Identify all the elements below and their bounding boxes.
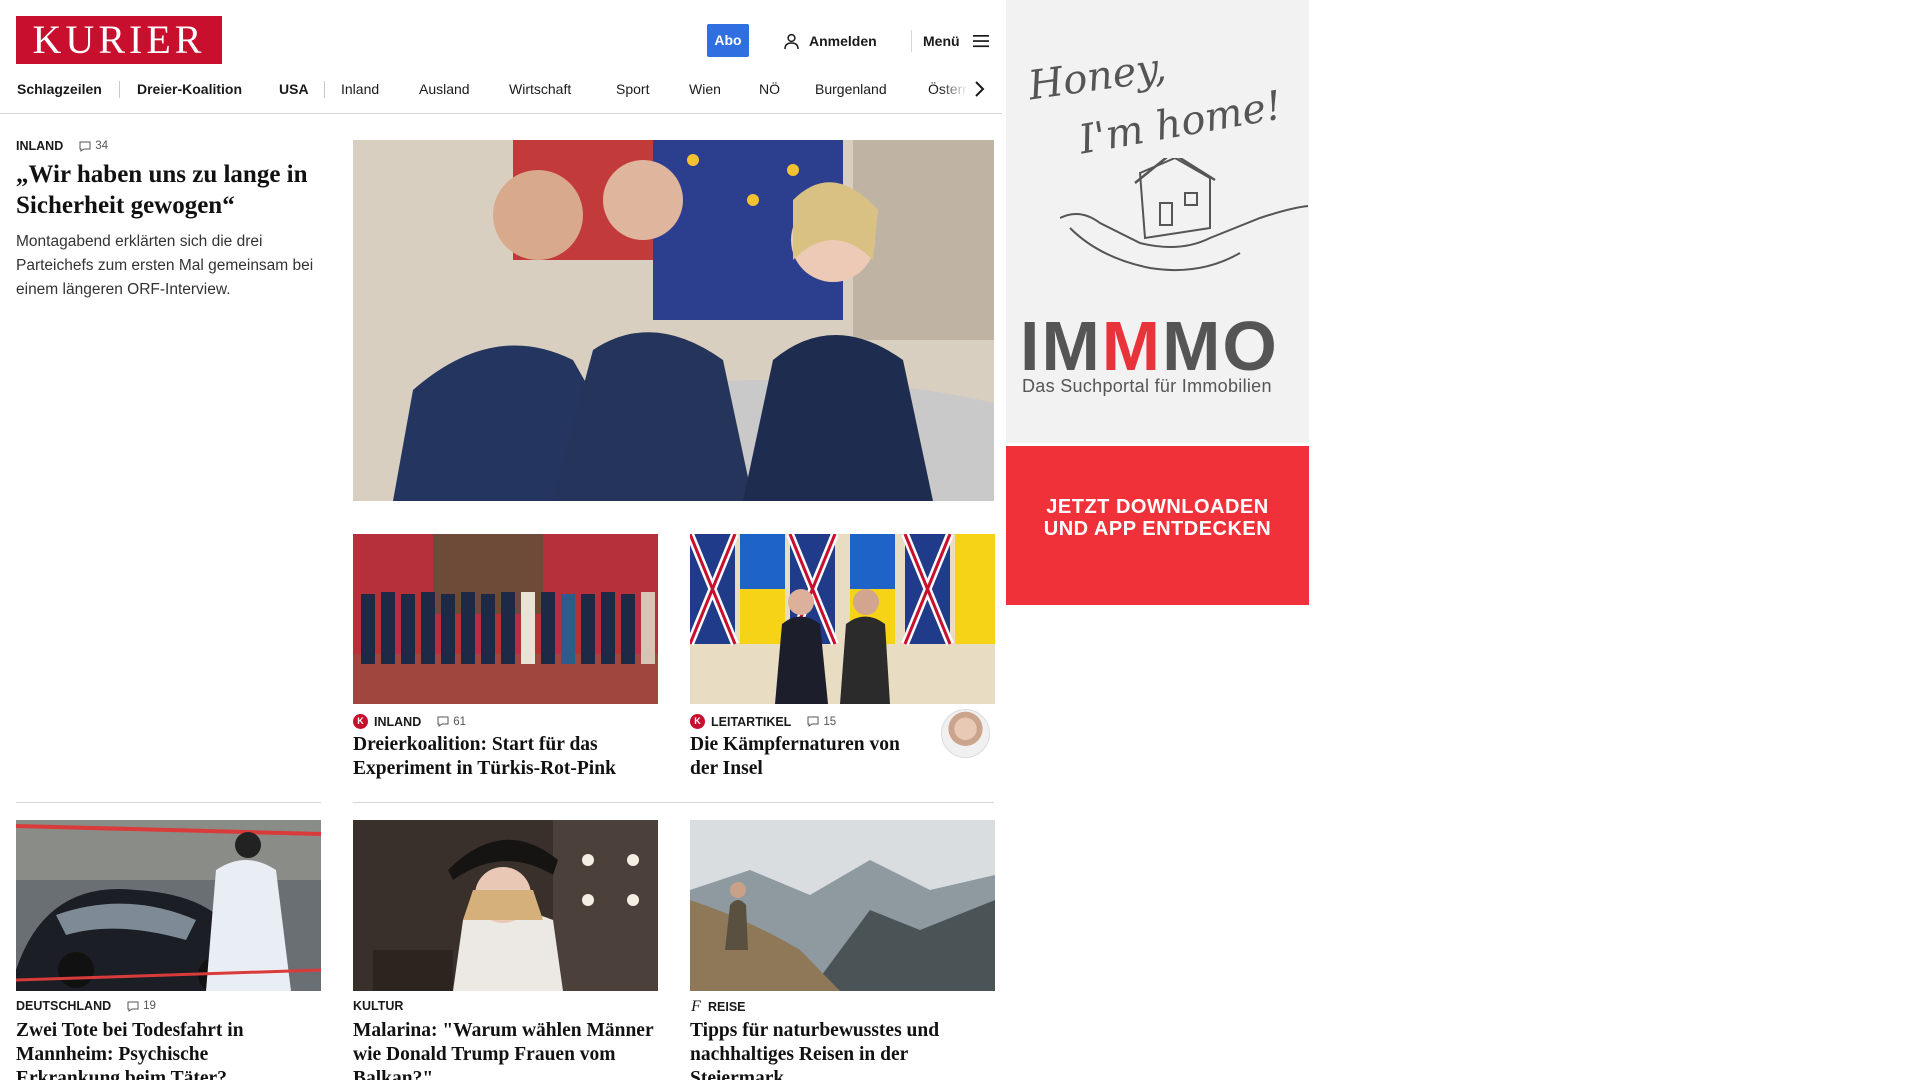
comment-count[interactable]: 61 bbox=[437, 716, 466, 728]
nav-item-inland[interactable]: Inland bbox=[341, 76, 379, 102]
lead-teaser[interactable]: Montagabend erklärten sich die drei Part… bbox=[16, 230, 321, 302]
hamburger-icon bbox=[972, 35, 989, 48]
section-nav: Schlagzeilen Dreier-Koalition USA Inland… bbox=[0, 76, 980, 102]
immmo-ad[interactable]: Honey, I'm home! IMMMO Das Suchportal fü… bbox=[1006, 0, 1309, 605]
article-headline[interactable]: Malarina: "Warum wählen Männer wie Donal… bbox=[353, 1019, 663, 1080]
nav-item-sport[interactable]: Sport bbox=[616, 76, 649, 102]
nav-item-wien[interactable]: Wien bbox=[689, 76, 721, 102]
comment-count-value: 34 bbox=[95, 140, 109, 152]
abo-button[interactable]: Abo bbox=[707, 24, 749, 57]
header-divider bbox=[911, 30, 912, 52]
site-header: KURIER Abo Anmelden Menü Schlagzeilen Dr… bbox=[0, 0, 1002, 114]
nav-item-burgenland[interactable]: Burgenland bbox=[815, 76, 887, 102]
ad-cta-panel[interactable]: JETZT DOWNLOADEN UND APP ENTDECKEN bbox=[1006, 446, 1309, 605]
article-kicker: f REISE bbox=[690, 998, 746, 1015]
nav-item-ausland[interactable]: Ausland bbox=[419, 76, 470, 102]
article-kicker: KULTUR bbox=[353, 999, 403, 1013]
nav-divider bbox=[324, 81, 325, 98]
comment-icon bbox=[79, 141, 91, 152]
divider bbox=[16, 802, 321, 803]
login-button[interactable]: Anmelden bbox=[783, 30, 877, 52]
comment-count[interactable]: 15 bbox=[807, 716, 836, 728]
user-icon bbox=[784, 33, 799, 49]
author-avatar[interactable] bbox=[941, 709, 990, 758]
article-kicker: K LEITARTIKEL 15 bbox=[690, 714, 836, 729]
article-headline[interactable]: Zwei Tote bei Todesfahrt in Mannheim: Ps… bbox=[16, 1019, 316, 1080]
kurier-k-icon: K bbox=[690, 714, 705, 729]
lead-kicker: INLAND 34 bbox=[16, 139, 108, 153]
nav-divider bbox=[119, 81, 120, 98]
lead-image[interactable] bbox=[353, 140, 994, 501]
ad-handwriting-line1: Honey, bbox=[1025, 44, 1169, 110]
lead-headline[interactable]: „Wir haben uns zu lange in Sicherheit ge… bbox=[16, 159, 316, 221]
article-headline[interactable]: Dreierkoalition: Start für das Experimen… bbox=[353, 733, 658, 781]
comment-icon bbox=[127, 1001, 139, 1012]
ad-tagline: Das Suchportal für Immobilien bbox=[1022, 376, 1272, 396]
article-kicker: K INLAND 61 bbox=[353, 714, 466, 729]
kurier-k-icon: K bbox=[353, 714, 368, 729]
section-label[interactable]: REISE bbox=[708, 1000, 746, 1014]
immmo-logo: IMMMO bbox=[1020, 306, 1279, 386]
section-label[interactable]: INLAND bbox=[16, 139, 63, 153]
immmo-logo-part2: M bbox=[1101, 307, 1163, 385]
article-image-mannheim[interactable] bbox=[16, 820, 321, 991]
nav-item-dreier-koalition[interactable]: Dreier-Koalition bbox=[137, 76, 242, 102]
ad-cta-line2: UND APP ENTDECKEN bbox=[1043, 518, 1272, 540]
menu-label: Menü bbox=[923, 33, 960, 49]
comment-count[interactable]: 34 bbox=[79, 140, 108, 152]
comment-icon bbox=[437, 716, 449, 727]
nav-item-noe[interactable]: NÖ bbox=[759, 76, 780, 102]
section-label[interactable]: DEUTSCHLAND bbox=[16, 999, 111, 1013]
article-image-malarina[interactable] bbox=[353, 820, 658, 991]
menu-button[interactable]: Menü bbox=[923, 30, 990, 52]
article-headline[interactable]: Die Kämpfernaturen von der Insel bbox=[690, 733, 930, 781]
reise-f-icon: f bbox=[691, 998, 701, 1015]
section-label[interactable]: LEITARTIKEL bbox=[711, 715, 791, 729]
comment-count-value: 61 bbox=[453, 715, 467, 728]
comment-count[interactable]: 19 bbox=[127, 1000, 156, 1012]
article-image-reise[interactable] bbox=[690, 820, 995, 991]
immmo-logo-part1: IM bbox=[1020, 307, 1102, 385]
article-headline[interactable]: Tipps für naturbewusstes und nachhaltige… bbox=[690, 1019, 990, 1080]
article-image-leitartikel[interactable] bbox=[690, 534, 995, 704]
kurier-logo[interactable]: KURIER bbox=[16, 16, 222, 64]
ad-top-panel: Honey, I'm home! IMMMO Das Suchportal fü… bbox=[1006, 0, 1309, 443]
article-image-koalition[interactable] bbox=[353, 534, 658, 704]
article-kicker: DEUTSCHLAND 19 bbox=[16, 999, 156, 1013]
comment-count-value: 15 bbox=[823, 715, 837, 728]
house-in-hand-icon bbox=[1060, 158, 1308, 272]
comment-count-value: 19 bbox=[143, 1000, 156, 1012]
nav-item-schlagzeilen[interactable]: Schlagzeilen bbox=[17, 76, 102, 102]
nav-item-usa[interactable]: USA bbox=[279, 76, 309, 102]
immmo-logo-part3: MO bbox=[1162, 307, 1279, 385]
section-label[interactable]: KULTUR bbox=[353, 999, 403, 1013]
divider bbox=[353, 802, 994, 803]
nav-item-wirtschaft[interactable]: Wirtschaft bbox=[509, 76, 571, 102]
ad-cta-line1: JETZT DOWNLOADEN bbox=[1046, 496, 1269, 518]
login-label: Anmelden bbox=[809, 33, 877, 49]
chevron-right-icon[interactable] bbox=[971, 80, 987, 98]
comment-icon bbox=[807, 716, 819, 727]
section-label[interactable]: INLAND bbox=[374, 715, 421, 729]
